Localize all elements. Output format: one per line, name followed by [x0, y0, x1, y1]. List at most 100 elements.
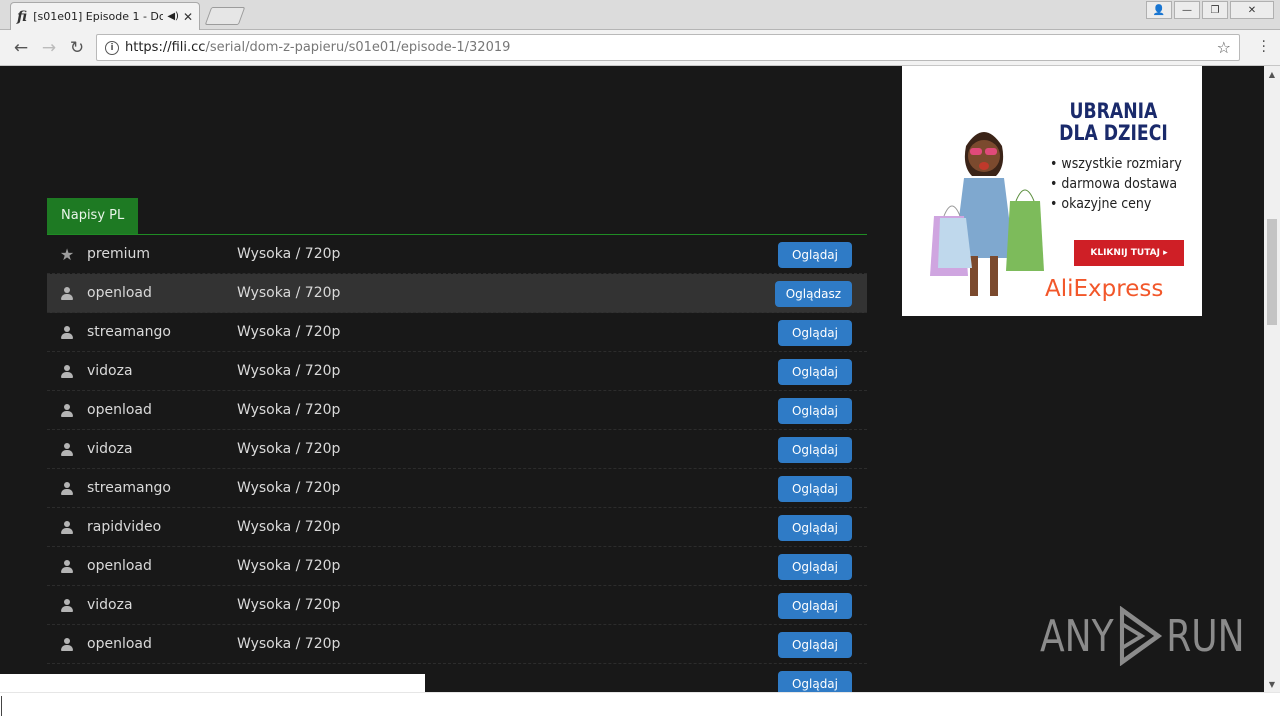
quality-label: Wysoka / 720p: [237, 480, 341, 496]
scroll-up-arrow-icon[interactable]: ▲: [1264, 66, 1280, 82]
page-scrollbar[interactable]: ▲ ▼: [1264, 66, 1280, 692]
host-name: streamango: [87, 324, 171, 340]
host-name: vidoza: [87, 363, 133, 379]
browser-tab[interactable]: fi [s01e01] Episode 1 - Dom ◀) ✕: [10, 2, 200, 30]
ad-bullet: • wszystkie rozmiary: [1050, 156, 1182, 172]
bookmark-star-icon[interactable]: ☆: [1217, 38, 1231, 57]
user-icon: [47, 559, 87, 573]
watch-button[interactable]: Oglądaj: [777, 554, 852, 580]
host-name: openload: [87, 402, 152, 418]
host-name: premium: [87, 246, 150, 262]
audio-playing-icon[interactable]: ◀): [167, 11, 179, 22]
close-window-button[interactable]: ✕: [1230, 1, 1274, 19]
tab-strip: fi [s01e01] Episode 1 - Dom ◀) ✕ 👤 — ❐ ✕: [0, 0, 1280, 30]
site-info-icon[interactable]: i: [105, 40, 119, 55]
source-row[interactable]: rapidvideo Wysoka / 720p Oglądaj: [47, 508, 867, 547]
source-row[interactable]: streamango Wysoka / 720p Oglądaj: [47, 469, 867, 508]
overlay-box: [0, 674, 425, 692]
sources-list: ★ premium Wysoka / 720p Oglądaj openload Wyso…: [47, 235, 867, 692]
browser-toolbar: ← → ↻ i https://fili.cc/serial/dom-z-pap…: [0, 30, 1280, 66]
watch-button[interactable]: Oglądaj: [777, 632, 852, 658]
user-icon: [47, 598, 87, 612]
watch-button[interactable]: Oglądaj: [777, 593, 852, 619]
host-name: vidoza: [87, 441, 133, 457]
aliexpress-logo: AliExpress: [1045, 276, 1164, 302]
url-text[interactable]: https://fili.cc/serial/dom-z-papieru/s01…: [125, 40, 1217, 55]
ad-bullets: • wszystkie rozmiary • darmowa dostawa •…: [1050, 154, 1182, 214]
user-icon: [47, 481, 87, 495]
host-name: vidoza: [87, 597, 133, 613]
source-row[interactable]: vidoza Wysoka / 720p Oglądaj: [47, 430, 867, 469]
source-row[interactable]: openload Wysoka / 720p Oglądaj: [47, 391, 867, 430]
play-logo-icon: [1119, 606, 1163, 666]
ad-cta-button[interactable]: KLIKNIJ TUTAJ ▸: [1074, 240, 1184, 266]
new-tab-button[interactable]: [204, 7, 246, 25]
quality-label: Wysoka / 720p: [237, 441, 341, 457]
minimize-button[interactable]: —: [1174, 1, 1200, 19]
anyrun-watermark: ANY RUN: [1040, 606, 1245, 666]
quality-label: Wysoka / 720p: [237, 246, 341, 262]
user-icon: [47, 442, 87, 456]
source-row[interactable]: openload Wysoka / 720p Oglądaj: [47, 625, 867, 664]
watch-button[interactable]: Oglądaj: [777, 515, 852, 541]
ad-bullet: • darmowa dostawa: [1050, 176, 1178, 192]
browser-menu-icon[interactable]: · · ·: [1262, 35, 1266, 59]
quality-label: Wysoka / 720p: [237, 558, 341, 574]
text-caret: [1, 696, 2, 716]
user-icon: [47, 325, 87, 339]
page-content: Napisy PL ★ premium Wysoka / 720p Oglądaj op…: [0, 66, 1264, 692]
watch-button[interactable]: Oglądaj: [777, 242, 852, 268]
host-name: streamango: [87, 480, 171, 496]
reload-icon[interactable]: ↻: [65, 36, 89, 60]
quality-label: Wysoka / 720p: [237, 519, 341, 535]
sources-panel: Napisy PL ★ premium Wysoka / 720p Oglądaj op…: [47, 198, 867, 692]
watch-button[interactable]: Oglądasz: [774, 281, 852, 307]
scrollbar-thumb[interactable]: [1267, 219, 1277, 325]
host-name: rapidvideo: [87, 519, 162, 535]
watch-button[interactable]: Oglądaj: [777, 476, 852, 502]
user-icon: [47, 520, 87, 534]
host-name: openload: [87, 558, 152, 574]
watermark-text-left: ANY: [1040, 610, 1114, 662]
watch-button[interactable]: Oglądaj: [777, 671, 852, 692]
tab-napisy-pl[interactable]: Napisy PL: [47, 198, 139, 234]
host-name: openload: [87, 285, 152, 301]
quality-label: Wysoka / 720p: [237, 597, 341, 613]
watermark-text-right: RUN: [1166, 610, 1245, 662]
star-icon: ★: [59, 244, 75, 264]
ad-bullet: • okazyjne ceny: [1050, 196, 1152, 212]
quality-label: Wysoka / 720p: [237, 402, 341, 418]
watch-button[interactable]: Oglądaj: [777, 398, 852, 424]
quality-label: Wysoka / 720p: [237, 363, 341, 379]
source-row[interactable]: openload Wysoka / 720p Oglądaj: [47, 547, 867, 586]
source-row[interactable]: vidoza Wysoka / 720p Oglądaj: [47, 586, 867, 625]
profile-icon[interactable]: 👤: [1146, 1, 1172, 19]
source-row[interactable]: ★ premium Wysoka / 720p Oglądaj: [47, 235, 867, 274]
restore-button[interactable]: ❐: [1202, 1, 1228, 19]
address-bar[interactable]: i https://fili.cc/serial/dom-z-papieru/s…: [96, 34, 1240, 61]
tab-close-icon[interactable]: ✕: [183, 10, 193, 24]
source-row[interactable]: openload Wysoka / 720p Oglądasz: [47, 274, 867, 313]
watch-button[interactable]: Oglądaj: [777, 437, 852, 463]
user-icon: [47, 637, 87, 651]
source-row[interactable]: vidoza Wysoka / 720p Oglądaj: [47, 352, 867, 391]
quality-label: Wysoka / 720p: [237, 324, 341, 340]
scroll-down-arrow-icon[interactable]: ▼: [1264, 676, 1280, 692]
forward-arrow-icon[interactable]: →: [37, 36, 61, 60]
tab-title: [s01e01] Episode 1 - Dom: [33, 10, 164, 23]
quality-label: Wysoka / 720p: [237, 636, 341, 652]
child-with-bags-image: [926, 106, 1046, 311]
user-icon: [47, 286, 87, 300]
host-name: openload: [87, 636, 152, 652]
watch-button[interactable]: Oglądaj: [777, 320, 852, 346]
bottom-bar: [0, 692, 1280, 720]
site-favicon-icon: fi: [17, 8, 28, 25]
watch-button[interactable]: Oglądaj: [777, 359, 852, 385]
ad-headline: UBRANIA DLA DZIECI: [1059, 99, 1168, 145]
user-icon: [47, 364, 87, 378]
advertisement-banner[interactable]: UBRANIA DLA DZIECI • wszystkie rozmiary …: [902, 66, 1202, 316]
back-arrow-icon[interactable]: ←: [9, 36, 33, 60]
source-row[interactable]: streamango Wysoka / 720p Oglądaj: [47, 313, 867, 352]
quality-label: Wysoka / 720p: [237, 285, 341, 301]
user-icon: [47, 403, 87, 417]
